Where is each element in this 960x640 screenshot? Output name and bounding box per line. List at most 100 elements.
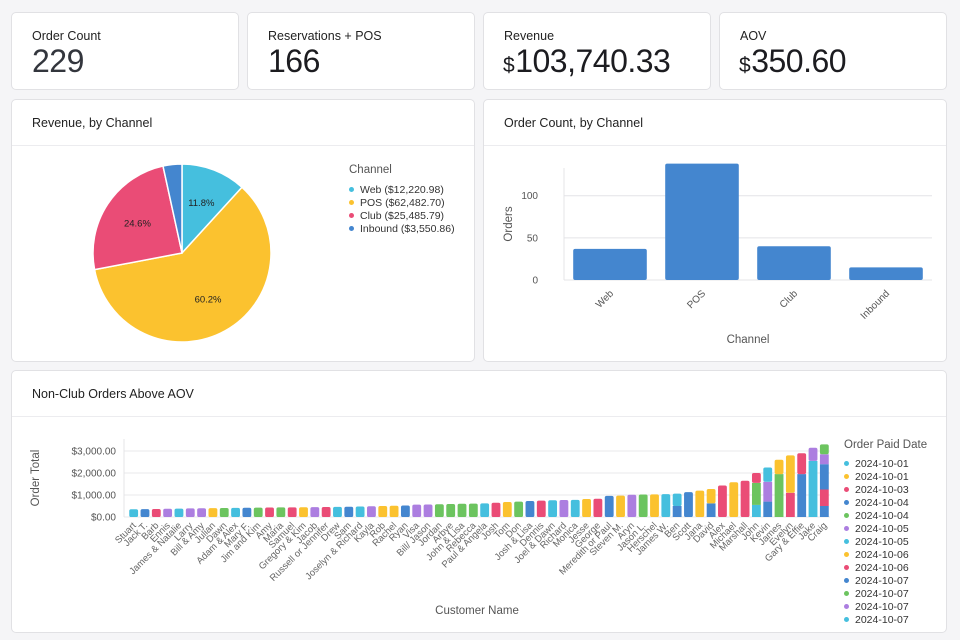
- bar-segment[interactable]: [718, 485, 727, 517]
- bar-segment[interactable]: [219, 507, 229, 517]
- bar-segment[interactable]: [672, 506, 682, 517]
- legend-item[interactable]: 2024-10-01: [844, 457, 927, 470]
- bar-segment[interactable]: [412, 504, 422, 517]
- legend-item[interactable]: 2024-10-05: [844, 522, 927, 535]
- bar-segment[interactable]: [751, 482, 761, 505]
- bar-segment[interactable]: [797, 453, 807, 475]
- bar-segment[interactable]: [808, 447, 818, 461]
- bar-segment[interactable]: [321, 506, 331, 517]
- bar-segment[interactable]: [819, 454, 829, 465]
- y-tick-label: 50: [527, 233, 539, 244]
- legend-item[interactable]: 2024-10-07: [844, 574, 927, 587]
- bar-segment[interactable]: [389, 505, 399, 517]
- bar-segment[interactable]: [400, 505, 410, 517]
- bar-segment[interactable]: [638, 494, 648, 517]
- bar-segment[interactable]: [457, 503, 467, 517]
- bar-segment[interactable]: [434, 504, 444, 517]
- bar-segment[interactable]: [378, 506, 388, 517]
- bar-segment[interactable]: [367, 506, 376, 517]
- bar-segment[interactable]: [502, 502, 512, 517]
- bar-segment[interactable]: [785, 492, 795, 517]
- bar-segment[interactable]: [751, 473, 761, 483]
- legend-item-inbound[interactable]: Inbound ($3,550.86): [349, 222, 455, 235]
- bar-segment[interactable]: [729, 482, 739, 517]
- bar-segment[interactable]: [548, 500, 558, 517]
- bar-segment[interactable]: [129, 509, 139, 517]
- legend-item[interactable]: 2024-10-07: [844, 587, 927, 600]
- legend-item[interactable]: 2024-10-06: [844, 548, 927, 561]
- legend-item-club[interactable]: Club ($25,485.79): [349, 209, 455, 222]
- bar-segment[interactable]: [672, 493, 682, 506]
- bar-segment[interactable]: [163, 508, 173, 517]
- legend-item[interactable]: 2024-10-04: [844, 509, 927, 522]
- bar-segment[interactable]: [253, 507, 263, 517]
- bar-pos[interactable]: [665, 163, 739, 280]
- bar-segment[interactable]: [695, 490, 705, 517]
- bar-segment[interactable]: [706, 503, 716, 517]
- legend-item-web[interactable]: Web ($12,220.98): [349, 183, 455, 196]
- legend-item[interactable]: 2024-10-07: [844, 613, 927, 626]
- bar-segment[interactable]: [740, 480, 750, 517]
- bar-segment[interactable]: [627, 494, 637, 517]
- bar-segment[interactable]: [582, 498, 591, 517]
- bar-segment[interactable]: [242, 507, 252, 517]
- bar-segment[interactable]: [525, 500, 535, 517]
- bar-segment[interactable]: [819, 444, 829, 455]
- bar-segment[interactable]: [355, 506, 365, 517]
- bar-segment[interactable]: [140, 509, 150, 517]
- bar-segment[interactable]: [197, 508, 207, 517]
- bar-segment[interactable]: [763, 481, 773, 502]
- bar-segment[interactable]: [299, 507, 308, 517]
- bar-segment[interactable]: [706, 489, 716, 504]
- bar-segment[interactable]: [763, 501, 773, 517]
- bar-segment[interactable]: [468, 503, 478, 517]
- legend-item-pos[interactable]: POS ($62,482.70): [349, 196, 455, 209]
- stack-legend[interactable]: Order Paid Date 2024-10-01 2024-10-01 2024…: [844, 439, 927, 627]
- bar-segment[interactable]: [819, 464, 829, 490]
- bar-segment[interactable]: [514, 501, 524, 517]
- bar-segment[interactable]: [185, 508, 195, 517]
- bar-segment[interactable]: [310, 507, 320, 517]
- bar-segment[interactable]: [661, 494, 671, 517]
- bar-segment[interactable]: [593, 498, 603, 517]
- bar-segment[interactable]: [559, 500, 569, 517]
- bar-segment[interactable]: [604, 495, 614, 517]
- bar-segment[interactable]: [344, 506, 354, 517]
- bar-segment[interactable]: [208, 508, 218, 517]
- bar-segment[interactable]: [774, 459, 784, 475]
- bar-club[interactable]: [757, 246, 831, 280]
- legend-item[interactable]: 2024-10-04: [844, 496, 927, 509]
- legend-item[interactable]: 2024-10-06: [844, 561, 927, 574]
- bar-segment[interactable]: [491, 502, 501, 517]
- bar-segment[interactable]: [819, 489, 829, 507]
- legend-item[interactable]: 2024-10-07: [844, 600, 927, 613]
- legend-title: Channel: [349, 164, 392, 176]
- bar-segment[interactable]: [616, 495, 625, 517]
- bar-segment[interactable]: [174, 508, 184, 517]
- bar-segment[interactable]: [276, 507, 286, 517]
- bar-segment[interactable]: [231, 507, 240, 517]
- bar-web[interactable]: [573, 248, 647, 280]
- bar-inbound[interactable]: [849, 267, 923, 280]
- bar-segment[interactable]: [265, 507, 274, 517]
- bar-segment[interactable]: [570, 499, 580, 517]
- bar-segment[interactable]: [751, 504, 761, 517]
- bar-segment[interactable]: [819, 506, 829, 517]
- bar-segment[interactable]: [480, 503, 490, 517]
- bar-segment[interactable]: [287, 507, 297, 517]
- bar-segment[interactable]: [536, 500, 546, 517]
- legend-item[interactable]: 2024-10-01: [844, 470, 927, 483]
- bar-segment[interactable]: [763, 467, 773, 482]
- bar-segment[interactable]: [446, 504, 456, 517]
- bar-segment[interactable]: [785, 455, 795, 493]
- legend-item[interactable]: 2024-10-03: [844, 483, 927, 496]
- bar-segment[interactable]: [797, 474, 807, 517]
- bar-segment[interactable]: [774, 474, 784, 517]
- bar-segment[interactable]: [333, 506, 342, 517]
- legend-item[interactable]: 2024-10-05: [844, 535, 927, 548]
- bar-segment[interactable]: [423, 504, 433, 517]
- bar-segment[interactable]: [684, 492, 693, 517]
- bar-segment[interactable]: [650, 494, 659, 517]
- bar-segment[interactable]: [151, 508, 161, 517]
- bar-segment[interactable]: [808, 460, 818, 517]
